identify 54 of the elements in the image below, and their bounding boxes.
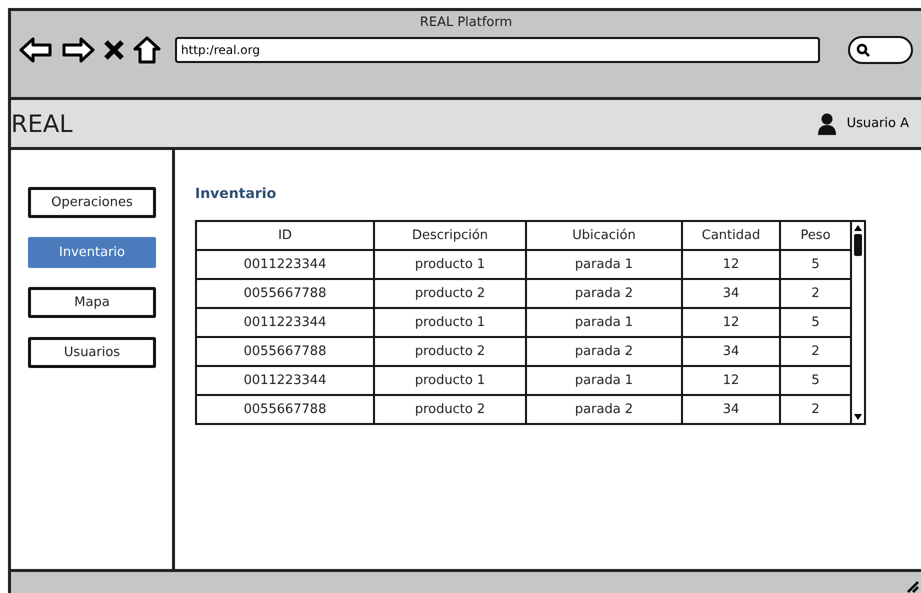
forward-icon[interactable] (61, 36, 95, 64)
table-cell: producto 2 (374, 279, 526, 308)
resize-grip-icon[interactable] (905, 579, 919, 593)
table-cell: 0011223344 (196, 366, 374, 395)
table-cell: 12 (682, 250, 780, 279)
section-title: Inventario (195, 186, 278, 202)
column-header: Ubicación (526, 221, 682, 250)
table-cell: 0055667788 (196, 279, 374, 308)
table-cell: 0011223344 (196, 250, 374, 279)
user-icon (816, 112, 837, 134)
sidebar-item[interactable]: Usuarios (28, 337, 156, 368)
table-cell: producto 2 (374, 395, 526, 424)
table-cell: producto 1 (374, 308, 526, 337)
table-cell: 12 (682, 308, 780, 337)
table-cell: 2 (780, 279, 851, 308)
close-icon[interactable] (103, 39, 125, 61)
table-cell: parada 1 (526, 308, 682, 337)
sidebar-item[interactable]: Mapa (28, 287, 156, 318)
table-cell: 0011223344 (196, 308, 374, 337)
table-cell: parada 1 (526, 366, 682, 395)
table-cell: producto 2 (374, 337, 526, 366)
table-cell: 5 (780, 250, 851, 279)
back-icon[interactable] (19, 36, 53, 64)
table-cell: 34 (682, 279, 780, 308)
scroll-thumb[interactable] (854, 234, 862, 256)
table-cell: 0055667788 (196, 395, 374, 424)
search-field[interactable] (848, 36, 913, 64)
table-cell: parada 2 (526, 279, 682, 308)
table-cell: parada 2 (526, 395, 682, 424)
table-cell: 34 (682, 395, 780, 424)
scrollbar[interactable] (852, 220, 866, 425)
table-cell: producto 1 (374, 250, 526, 279)
window-title: REAL Platform (418, 14, 514, 30)
table-cell: 12 (682, 366, 780, 395)
user-name[interactable]: Usuario A (846, 116, 909, 131)
app-logo: REAL (11, 110, 73, 138)
search-icon (856, 43, 870, 57)
sidebar-item[interactable]: Inventario (28, 237, 156, 268)
table-cell: 2 (780, 395, 851, 424)
table-cell: 34 (682, 337, 780, 366)
address-field[interactable]: http:/real.org (175, 37, 820, 63)
column-header: Cantidad (682, 221, 780, 250)
column-header: Peso (780, 221, 851, 250)
sidebar-item[interactable]: Operaciones (28, 187, 156, 218)
table-cell: parada 2 (526, 337, 682, 366)
table-cell: 0055667788 (196, 337, 374, 366)
table-cell: 2 (780, 337, 851, 366)
table-cell: producto 1 (374, 366, 526, 395)
table-cell: 5 (780, 366, 851, 395)
column-header: ID (196, 221, 374, 250)
table-cell: 5 (780, 308, 851, 337)
home-icon[interactable] (133, 36, 161, 64)
table-cell: parada 1 (526, 250, 682, 279)
column-header: Descripción (374, 221, 526, 250)
